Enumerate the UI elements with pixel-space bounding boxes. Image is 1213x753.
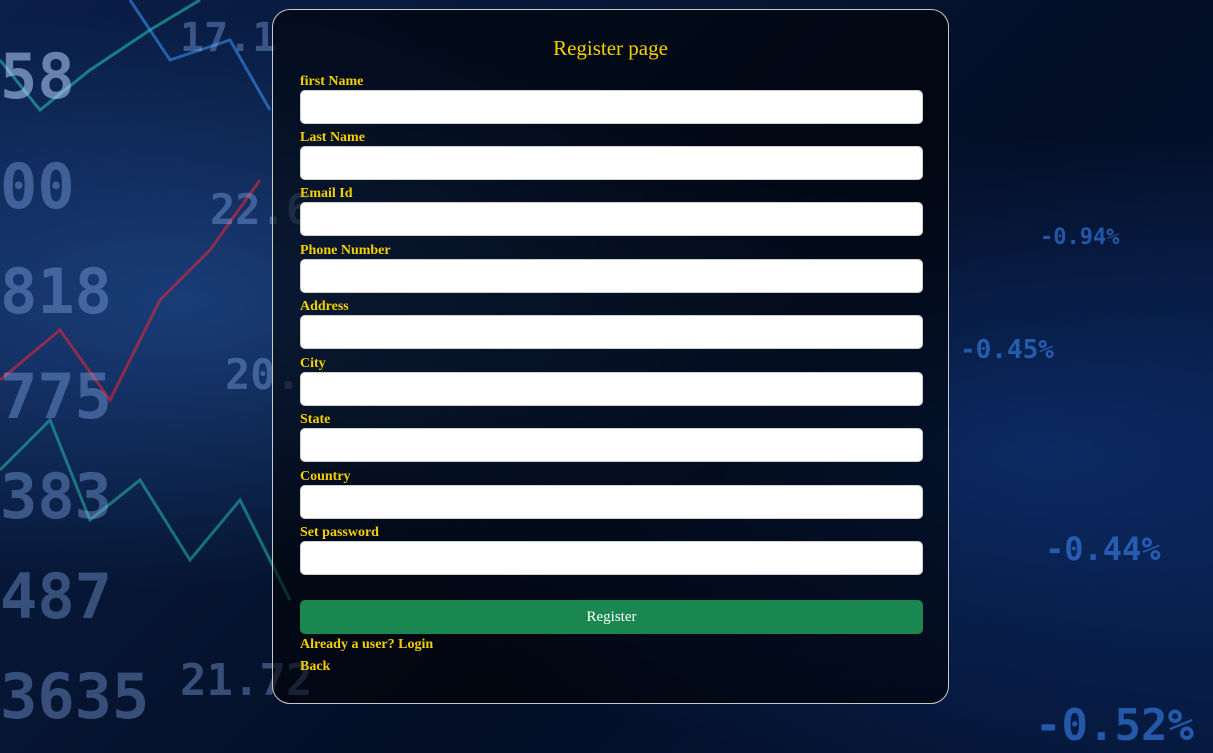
ticker-number: -0.45% (960, 335, 1054, 365)
state-label: State (300, 412, 331, 427)
state-input[interactable] (300, 428, 923, 462)
address-input[interactable] (300, 315, 923, 349)
email-field: Email Id (300, 186, 923, 236)
state-field: State (300, 412, 923, 462)
country-field: Country (300, 469, 923, 519)
ticker-number: 58 (0, 40, 75, 113)
back-link[interactable]: Back (300, 659, 330, 675)
ticker-number: 00 (0, 150, 75, 223)
ticker-number: -0.94% (1040, 225, 1120, 250)
first-name-field: first Name (300, 74, 923, 124)
first-name-label: first Name (300, 74, 364, 89)
phone-input[interactable] (300, 259, 923, 293)
address-field: Address (300, 299, 923, 349)
ticker-number: 383 (0, 460, 112, 533)
ticker-number: -0.44% (1045, 530, 1161, 568)
register-button[interactable]: Register (300, 600, 923, 634)
last-name-input[interactable] (300, 146, 923, 180)
password-label: Set password (300, 525, 379, 540)
email-label: Email Id (300, 186, 353, 201)
country-label: Country (300, 469, 351, 484)
phone-field: Phone Number (300, 243, 923, 293)
first-name-input[interactable] (300, 90, 923, 124)
city-field: City (300, 356, 923, 406)
password-input[interactable] (300, 541, 923, 575)
last-name-field: Last Name (300, 130, 923, 180)
country-input[interactable] (300, 485, 923, 519)
address-label: Address (300, 299, 349, 314)
register-form-card: Register page first Name Last Name Email… (272, 9, 949, 704)
ticker-number: 818 (0, 255, 112, 328)
ticker-number: 487 (0, 560, 112, 633)
ticker-number: 3635 (0, 660, 150, 733)
ticker-number: 775 (0, 360, 112, 433)
page-title: Register page (553, 36, 668, 60)
city-input[interactable] (300, 372, 923, 406)
ticker-number: -0.52% (1035, 700, 1194, 751)
phone-label: Phone Number (300, 243, 391, 258)
password-field: Set password (300, 525, 923, 575)
ticker-number: 17.1 (180, 15, 277, 61)
login-link[interactable]: Already a user? Login (300, 637, 433, 653)
email-input[interactable] (300, 202, 923, 236)
last-name-label: Last Name (300, 130, 365, 145)
city-label: City (300, 356, 326, 371)
